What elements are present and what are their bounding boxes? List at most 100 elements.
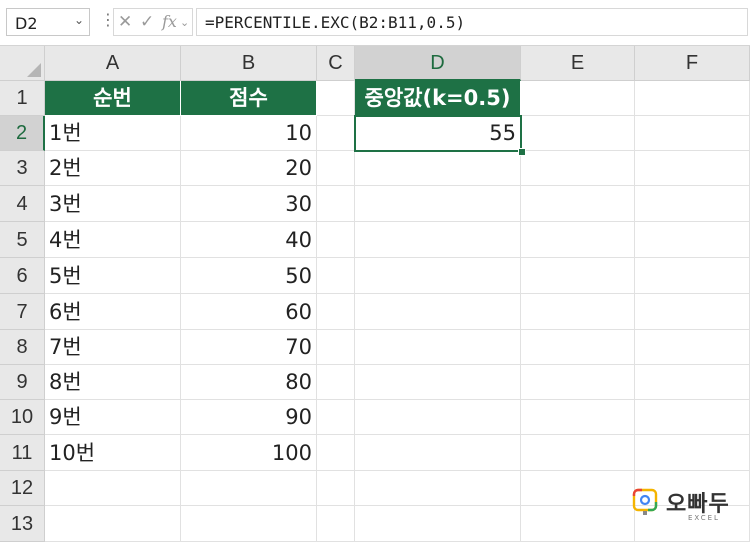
table-cell-label[interactable]: 3번 xyxy=(45,186,181,222)
cell-c10[interactable] xyxy=(317,400,355,435)
table-cell-label[interactable]: 6번 xyxy=(45,294,181,330)
cell-e2[interactable] xyxy=(521,116,635,151)
column-header-f[interactable]: F xyxy=(635,46,750,81)
table-cell-label[interactable]: 2번 xyxy=(45,151,181,186)
cell-e5[interactable] xyxy=(521,222,635,258)
row-header-3[interactable]: 3 xyxy=(0,151,45,186)
table-cell-label[interactable]: 1번 xyxy=(45,116,181,151)
enter-icon[interactable]: ✓ xyxy=(140,12,154,32)
cell-f10[interactable] xyxy=(635,400,750,435)
select-all-button[interactable] xyxy=(0,46,45,81)
row-header-9[interactable]: 9 xyxy=(0,365,45,400)
table-cell-score[interactable]: 80 xyxy=(181,365,317,400)
cell-c8[interactable] xyxy=(317,330,355,365)
cell-c9[interactable] xyxy=(317,365,355,400)
cell-d11[interactable] xyxy=(355,435,521,471)
cell-d12[interactable] xyxy=(355,471,521,506)
cell-e9[interactable] xyxy=(521,365,635,400)
row-header-10[interactable]: 10 xyxy=(0,400,45,435)
cell-a12[interactable] xyxy=(45,471,181,506)
name-box[interactable]: D2 ⌄ xyxy=(6,8,90,36)
cell-e4[interactable] xyxy=(521,186,635,222)
table-header-sequence[interactable]: 순번 xyxy=(45,81,181,116)
cell-c5[interactable] xyxy=(317,222,355,258)
table-cell-score[interactable]: 100 xyxy=(181,435,317,471)
cell-c1[interactable] xyxy=(317,81,355,116)
cell-e3[interactable] xyxy=(521,151,635,186)
cell-e13[interactable] xyxy=(521,506,635,542)
table-cell-label[interactable]: 10번 xyxy=(45,435,181,471)
cell-b13[interactable] xyxy=(181,506,317,542)
cancel-icon[interactable]: ✕ xyxy=(118,12,132,32)
cell-c7[interactable] xyxy=(317,294,355,330)
row-header-1[interactable]: 1 xyxy=(0,81,45,116)
cell-a13[interactable] xyxy=(45,506,181,542)
cell-d10[interactable] xyxy=(355,400,521,435)
row-header-6[interactable]: 6 xyxy=(0,258,45,294)
table-cell-label[interactable]: 4번 xyxy=(45,222,181,258)
formula-input[interactable]: =PERCENTILE.EXC(B2:B11,0.5) xyxy=(196,8,748,36)
table-header-score[interactable]: 점수 xyxy=(181,81,317,116)
row-header-4[interactable]: 4 xyxy=(0,186,45,222)
cell-c3[interactable] xyxy=(317,151,355,186)
cell-f1[interactable] xyxy=(635,81,750,116)
row-header-12[interactable]: 12 xyxy=(0,471,45,506)
table-cell-score[interactable]: 10 xyxy=(181,116,317,151)
row-header-2[interactable]: 2 xyxy=(0,116,45,151)
cell-e6[interactable] xyxy=(521,258,635,294)
row-header-5[interactable]: 5 xyxy=(0,222,45,258)
cell-e12[interactable] xyxy=(521,471,635,506)
cell-e7[interactable] xyxy=(521,294,635,330)
cell-d8[interactable] xyxy=(355,330,521,365)
result-value-cell[interactable]: 55 xyxy=(355,116,521,151)
cell-c11[interactable] xyxy=(317,435,355,471)
row-header-11[interactable]: 11 xyxy=(0,435,45,471)
table-cell-score[interactable]: 20 xyxy=(181,151,317,186)
table-cell-score[interactable]: 30 xyxy=(181,186,317,222)
cell-f3[interactable] xyxy=(635,151,750,186)
table-cell-label[interactable]: 9번 xyxy=(45,400,181,435)
column-header-a[interactable]: A xyxy=(45,46,181,81)
chevron-down-icon[interactable]: ⌄ xyxy=(74,13,84,27)
table-cell-label[interactable]: 8번 xyxy=(45,365,181,400)
table-cell-label[interactable]: 5번 xyxy=(45,258,181,294)
cell-b12[interactable] xyxy=(181,471,317,506)
cell-d9[interactable] xyxy=(355,365,521,400)
table-cell-label[interactable]: 7번 xyxy=(45,330,181,365)
row-header-7[interactable]: 7 xyxy=(0,294,45,330)
cell-d5[interactable] xyxy=(355,222,521,258)
cell-f7[interactable] xyxy=(635,294,750,330)
column-header-c[interactable]: C xyxy=(317,46,355,81)
cell-f11[interactable] xyxy=(635,435,750,471)
table-cell-score[interactable]: 70 xyxy=(181,330,317,365)
chevron-down-icon[interactable]: ⌄ xyxy=(180,16,189,29)
result-header[interactable]: 중앙값(k=0.5) xyxy=(355,81,521,116)
cell-c6[interactable] xyxy=(317,258,355,294)
cell-e10[interactable] xyxy=(521,400,635,435)
cell-d7[interactable] xyxy=(355,294,521,330)
cell-f5[interactable] xyxy=(635,222,750,258)
cell-c13[interactable] xyxy=(317,506,355,542)
cell-f9[interactable] xyxy=(635,365,750,400)
cell-d6[interactable] xyxy=(355,258,521,294)
row-header-13[interactable]: 13 xyxy=(0,506,45,542)
cell-e1[interactable] xyxy=(521,81,635,116)
cell-d3[interactable] xyxy=(355,151,521,186)
column-header-d[interactable]: D xyxy=(355,46,521,81)
cell-f2[interactable] xyxy=(635,116,750,151)
cell-c4[interactable] xyxy=(317,186,355,222)
table-cell-score[interactable]: 40 xyxy=(181,222,317,258)
insert-function-icon[interactable]: fx xyxy=(162,12,177,31)
cell-f4[interactable] xyxy=(635,186,750,222)
table-cell-score[interactable]: 60 xyxy=(181,294,317,330)
cell-f8[interactable] xyxy=(635,330,750,365)
cell-c12[interactable] xyxy=(317,471,355,506)
row-header-8[interactable]: 8 xyxy=(0,330,45,365)
table-cell-score[interactable]: 50 xyxy=(181,258,317,294)
fill-handle[interactable] xyxy=(518,148,526,156)
cell-e11[interactable] xyxy=(521,435,635,471)
table-cell-score[interactable]: 90 xyxy=(181,400,317,435)
cell-e8[interactable] xyxy=(521,330,635,365)
cell-f6[interactable] xyxy=(635,258,750,294)
cell-c2[interactable] xyxy=(317,116,355,151)
